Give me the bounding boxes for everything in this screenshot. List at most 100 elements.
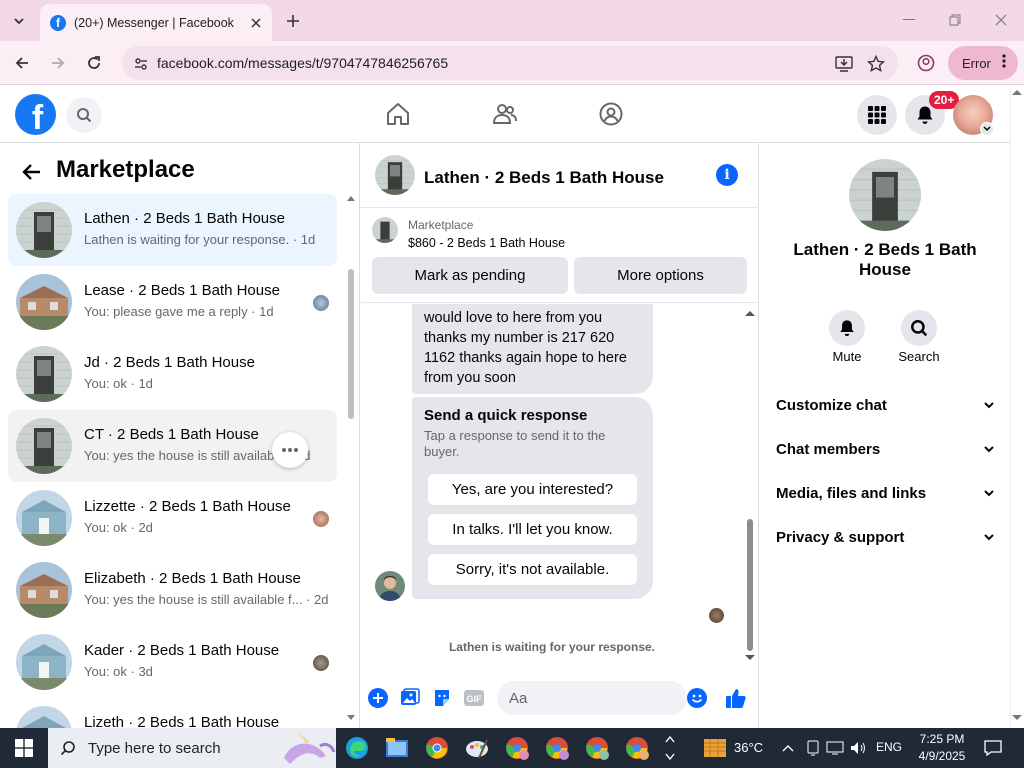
conversation-item[interactable]: Lathen · 2 Beds 1 Bath House Lathen is w… <box>8 194 337 266</box>
conversation-name: Lizzette · 2 Beds 1 Bath House <box>84 498 291 515</box>
search-in-conversation-icon[interactable] <box>901 310 937 346</box>
windows-start-icon[interactable] <box>10 734 38 762</box>
conversation-options-icon[interactable] <box>272 432 308 468</box>
scrollbar-thumb[interactable] <box>348 269 354 419</box>
weather-temperature[interactable]: 36°C <box>734 740 763 755</box>
message-input[interactable]: Aa <box>497 681 687 715</box>
show-hidden-icons-chevron-icon[interactable] <box>774 734 802 762</box>
back-arrow-icon[interactable] <box>20 160 44 184</box>
privacy-support-section[interactable]: Privacy & support <box>776 522 996 552</box>
taskbar-scroll-icon[interactable] <box>661 734 679 762</box>
mute-bell-icon[interactable] <box>829 310 865 346</box>
chat-listing-avatar[interactable] <box>375 155 415 195</box>
site-info-icon[interactable] <box>131 54 151 74</box>
file-explorer-icon[interactable] <box>383 734 411 762</box>
conversation-item[interactable]: Lizzette · 2 Beds 1 Bath House You: ok ·… <box>8 482 337 554</box>
new-tab-plus-icon[interactable] <box>282 10 304 32</box>
more-actions-plus-icon[interactable] <box>367 687 389 709</box>
reload-icon[interactable] <box>82 51 106 75</box>
account-chevron-down-icon[interactable] <box>980 122 994 136</box>
chrome-icon[interactable] <box>423 734 451 762</box>
media-files-links-section[interactable]: Media, files and links <box>776 478 996 508</box>
back-arrow-icon[interactable] <box>10 51 34 75</box>
page-scrollbar[interactable] <box>1010 86 1024 728</box>
read-receipt-avatar <box>709 608 724 623</box>
conversation-item[interactable]: Kader · 2 Beds 1 Bath House You: ok · 3d <box>8 626 337 698</box>
close-tab-icon[interactable] <box>246 13 266 33</box>
scrollbar-thumb[interactable] <box>747 519 753 651</box>
chat-header: Lathen · 2 Beds 1 Bath House i <box>361 143 759 208</box>
address-bar[interactable]: facebook.com/messages/t/9704747846256765 <box>122 46 898 80</box>
edge-browser-icon[interactable] <box>343 734 371 762</box>
search-label: Search <box>898 349 940 364</box>
section-label: Customize chat <box>776 396 887 414</box>
close-window-icon[interactable] <box>987 8 1015 32</box>
browser-menu-icon[interactable] <box>1002 53 1006 72</box>
conversation-preview: You: please gave me a reply · 1d <box>84 304 274 319</box>
profile-error-button[interactable]: Error <box>948 46 1018 80</box>
facebook-search-icon[interactable] <box>66 97 102 133</box>
browser-tab-active[interactable]: f (20+) Messenger | Facebook <box>40 4 272 41</box>
quick-response-option[interactable]: Yes, are you interested? <box>428 474 637 505</box>
conversation-item[interactable]: Lizeth · 2 Beds 1 Bath House <box>8 698 337 728</box>
read-receipt-avatar <box>313 295 329 311</box>
friends-icon[interactable] <box>491 100 519 128</box>
notification-center-icon[interactable] <box>979 734 1007 762</box>
bookmark-star-icon[interactable] <box>866 54 886 74</box>
restore-window-icon[interactable] <box>941 8 969 32</box>
like-thumbs-up-icon[interactable] <box>725 687 747 709</box>
chrome-profile-icon[interactable] <box>583 734 611 762</box>
listing-thumbnail <box>16 562 72 618</box>
profile-error-label: Error <box>962 55 991 71</box>
svg-text:GIF: GIF <box>467 694 483 704</box>
conversation-item[interactable]: Jd · 2 Beds 1 Bath House You: ok · 1d <box>8 338 337 410</box>
customize-chat-section[interactable]: Customize chat <box>776 390 996 420</box>
listing-source: Marketplace <box>408 218 474 232</box>
sender-avatar[interactable] <box>375 571 405 601</box>
install-app-icon[interactable] <box>834 54 854 74</box>
chat-title[interactable]: Lathen · 2 Beds 1 Bath House <box>424 168 664 188</box>
forward-arrow-icon[interactable] <box>46 51 70 75</box>
taskbar-search-placeholder: Type here to search <box>88 739 221 757</box>
quick-response-option[interactable]: In talks. I'll let you know. <box>428 514 637 545</box>
quick-response-option[interactable]: Sorry, it's not available. <box>428 554 637 585</box>
input-language[interactable]: ENG <box>876 740 902 754</box>
volume-speaker-icon[interactable] <box>845 734 873 762</box>
gif-icon[interactable]: GIF <box>463 687 485 709</box>
conversation-item[interactable]: Lease · 2 Beds 1 Bath House You: please … <box>8 266 337 338</box>
minimize-window-icon[interactable] <box>895 8 923 32</box>
conversation-info-icon[interactable]: i <box>716 164 738 186</box>
tab-search-chevron-icon[interactable] <box>8 10 30 32</box>
paint-app-icon[interactable] <box>463 734 491 762</box>
section-label: Privacy & support <box>776 528 905 546</box>
emoji-icon[interactable] <box>686 687 708 709</box>
message-thread-scrollbar[interactable] <box>744 308 756 666</box>
listing-banner: Marketplace $860 - 2 Beds 1 Bath House M… <box>361 209 759 303</box>
conversation-list-scrollbar[interactable] <box>347 196 355 723</box>
chat-members-section[interactable]: Chat members <box>776 434 996 464</box>
groups-icon[interactable] <box>597 100 625 128</box>
profile-icon[interactable] <box>914 51 938 75</box>
home-icon[interactable] <box>384 100 412 128</box>
sticker-icon[interactable] <box>431 687 453 709</box>
more-options-button[interactable]: More options <box>574 257 747 294</box>
mute-label: Mute <box>832 349 862 364</box>
chrome-profile-icon[interactable] <box>623 734 651 762</box>
listing-thumbnail <box>16 418 72 474</box>
quick-response-title: Send a quick response <box>424 407 588 424</box>
listing-price-title[interactable]: $860 - 2 Beds 1 Bath House <box>408 236 565 250</box>
facebook-logo-icon[interactable]: f <box>15 94 56 135</box>
chrome-profile-icon[interactable] <box>503 734 531 762</box>
clock-date[interactable]: 4/9/2025 <box>913 749 971 763</box>
attach-photo-icon[interactable] <box>399 687 421 709</box>
conversation-name: Lathen · 2 Beds 1 Bath House <box>84 210 285 227</box>
clock-time[interactable]: 7:25 PM <box>917 732 967 746</box>
mark-as-pending-button[interactable]: Mark as pending <box>372 257 568 294</box>
taskbar-search-box[interactable]: Type here to search <box>48 728 336 768</box>
weather-icon[interactable] <box>701 734 729 762</box>
section-label: Media, files and links <box>776 484 927 502</box>
conversation-item[interactable]: Elizabeth · 2 Beds 1 Bath House You: yes… <box>8 554 337 626</box>
waiting-status-text: Lathen is waiting for your response. <box>448 640 656 654</box>
chrome-profile-icon[interactable] <box>543 734 571 762</box>
menu-grid-icon[interactable] <box>857 95 897 135</box>
